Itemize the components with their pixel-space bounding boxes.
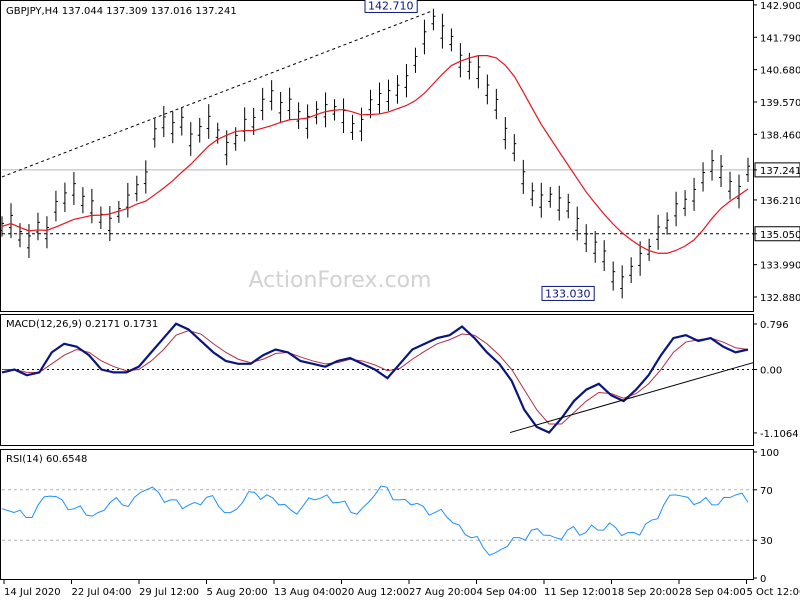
price-tick-label: 132.880 [760, 293, 800, 304]
x-tick-label: 20 Aug 12:00 [342, 587, 409, 598]
x-tick-label: 22 Jul 04:00 [72, 587, 132, 598]
x-tick-label: 27 Aug 20:00 [409, 587, 476, 598]
rsi-panel [1, 450, 754, 580]
rsi-tick-label: 70 [760, 486, 773, 497]
rsi-tick-label: 30 [760, 536, 773, 547]
price-tick-label: 139.570 [760, 98, 800, 109]
price-tick-label: 135.050 [760, 230, 800, 241]
price-tick-label: 141.790 [760, 33, 800, 44]
x-tick-label: 28 Sep 04:00 [679, 587, 746, 598]
low-label: 133.030 [545, 287, 591, 300]
price-tick-label: 136.210 [760, 196, 800, 207]
price-tick-label: 133.990 [760, 261, 800, 272]
x-tick-label: 18 Sep 20:00 [612, 587, 679, 598]
watermark: ActionForex.com [249, 268, 432, 293]
symbol-header: GBPJPY,H4 137.044 137.309 137.016 137.24… [6, 6, 237, 17]
x-tick-label: 4 Sep 04:00 [477, 587, 537, 598]
rsi-tick-label: 0 [760, 574, 766, 585]
x-tick-label: 5 Oct 12:00 [747, 587, 800, 598]
high-label: 142.710 [368, 0, 414, 12]
x-tick-label: 5 Aug 20:00 [207, 587, 268, 598]
price-tick-label: 137.241 [760, 166, 800, 177]
macd-tick-label: -1.1064 [760, 429, 799, 440]
macd-title: MACD(12,26,9) 0.2171 0.1731 [6, 319, 158, 330]
price-tick-label: 138.460 [760, 130, 800, 141]
price-tick-label: 142.900 [760, 1, 800, 12]
x-tick-label: 11 Sep 12:00 [544, 587, 611, 598]
macd-tick-label: 0.00 [760, 366, 782, 377]
forex-chart: GBPJPY,H4 137.044 137.309 137.016 137.24… [0, 0, 800, 600]
x-tick-label: 13 Aug 04:00 [274, 587, 341, 598]
macd-tick-label: 0.796 [760, 320, 789, 331]
x-tick-label: 14 Jul 2020 [4, 587, 61, 598]
rsi-tick-label: 100 [760, 448, 779, 459]
macd-panel [1, 315, 754, 446]
chart-canvas: GBPJPY,H4 137.044 137.309 137.016 137.24… [0, 0, 800, 600]
rsi-title: RSI(14) 60.6548 [6, 454, 87, 465]
x-tick-label: 29 Jul 12:00 [139, 587, 199, 598]
price-tick-label: 140.680 [760, 66, 800, 77]
